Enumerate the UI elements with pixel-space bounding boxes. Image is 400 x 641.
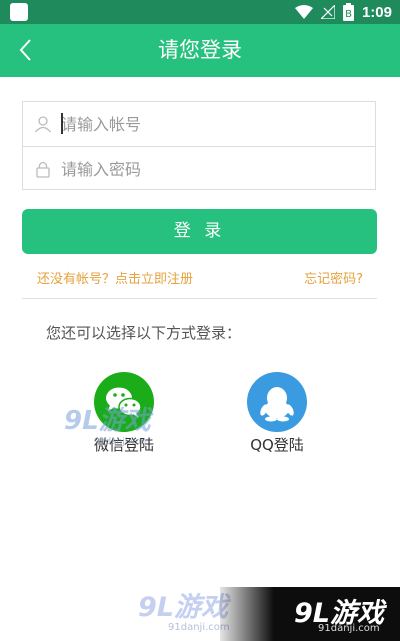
watermark-badge: 9L游戏 91danji.com [220, 587, 400, 641]
wechat-login-label: 微信登陆 [93, 436, 154, 454]
signal-icon [320, 5, 335, 19]
lock-icon [36, 161, 50, 178]
page-title: 请您登录 [158, 38, 242, 62]
divider [22, 298, 377, 299]
status-icons: B 1:09 [294, 2, 392, 22]
text-cursor [61, 113, 63, 134]
account-row [23, 102, 375, 147]
qq-login-label: QQ登陆 [250, 436, 304, 454]
password-input[interactable] [61, 153, 361, 185]
password-row [23, 147, 375, 191]
qq-icon [247, 372, 307, 432]
register-link[interactable]: 还没有帐号？点击立即注册 [37, 268, 193, 287]
user-icon [35, 116, 51, 133]
login-form [22, 101, 376, 190]
wechat-login-button[interactable]: 微信登陆 [74, 372, 174, 455]
watermark-logo-bottom: 9L游戏 91danji.com [138, 592, 230, 633]
wechat-icon [94, 372, 154, 432]
alt-login-title: 您还可以选择以下方式登录： [46, 324, 242, 342]
qq-login-button[interactable]: QQ登陆 [227, 372, 327, 455]
battery-icon: B [342, 3, 354, 21]
clock: 1:09 [361, 3, 392, 21]
app-header: 请您登录 [0, 24, 400, 77]
account-input[interactable] [61, 108, 361, 140]
svg-text:B: B [345, 9, 352, 20]
wifi-icon [294, 5, 313, 19]
app-notification-icon [10, 3, 28, 21]
forgot-password-link[interactable]: 忘记密码? [304, 268, 363, 287]
status-bar: B 1:09 [0, 0, 400, 24]
login-button[interactable]: 登 录 [22, 209, 377, 254]
